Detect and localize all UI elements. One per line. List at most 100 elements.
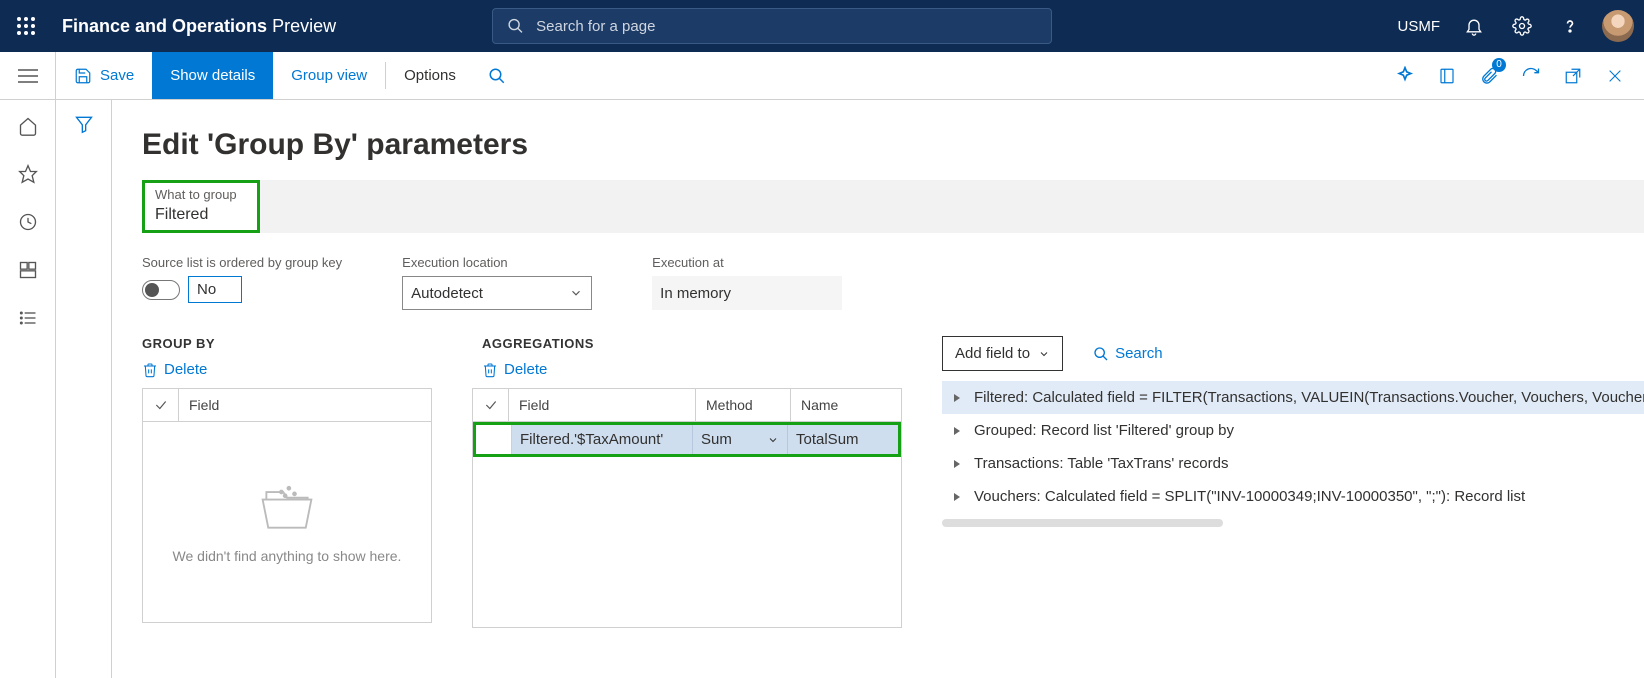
attachments-button[interactable]: 0 [1470, 52, 1508, 100]
recent-button[interactable] [16, 210, 40, 234]
tab-show-details[interactable]: Show details [152, 52, 273, 99]
header-right: USMF [1398, 0, 1635, 52]
filter-icon [74, 114, 94, 134]
filter-pane-toggle-column [56, 100, 112, 678]
user-avatar[interactable] [1602, 10, 1634, 42]
execution-at-value: In memory [652, 276, 842, 310]
company-label[interactable]: USMF [1398, 18, 1441, 35]
tree-node-grouped[interactable]: Grouped: Record list 'Filtered' group by [942, 414, 1644, 447]
close-button[interactable] [1596, 52, 1634, 100]
copilot-button[interactable] [1386, 52, 1424, 100]
group-by-field-header[interactable]: Field [179, 389, 431, 421]
search-icon [507, 17, 524, 35]
what-to-group-field[interactable]: What to group Filtered [142, 180, 260, 233]
add-field-to-button[interactable]: Add field to [942, 336, 1063, 371]
triangle-right-icon [952, 393, 962, 403]
ordered-toggle[interactable] [142, 280, 180, 300]
check-icon [154, 398, 168, 412]
refresh-button[interactable] [1512, 52, 1550, 100]
refresh-icon [1521, 66, 1541, 86]
clock-icon [18, 212, 38, 232]
popout-button[interactable] [1554, 52, 1592, 100]
triangle-right-icon [952, 492, 962, 502]
group-by-delete-button[interactable]: Delete [142, 361, 207, 378]
ordered-by-group-key-field: Source list is ordered by group key No [142, 255, 342, 310]
data-source-section: Add field to Search Filtered: Calculated… [942, 336, 1644, 628]
group-by-empty-text: We didn't find anything to show here. [173, 548, 402, 564]
aggregations-name-header[interactable]: Name [791, 389, 901, 421]
left-rail [0, 100, 56, 678]
execution-at-field: Execution at In memory [652, 255, 842, 310]
app-header: Finance and Operations Preview USMF [0, 0, 1644, 52]
aggregations-select-all[interactable] [473, 389, 509, 421]
aggregations-heading: AGGREGATIONS [482, 336, 902, 351]
global-search[interactable] [492, 8, 1052, 44]
action-bar-right: 0 [1386, 52, 1644, 99]
popout-icon [1564, 67, 1582, 85]
search-icon [1093, 346, 1109, 362]
main-content: Edit 'Group By' parameters What to group… [112, 100, 1644, 678]
nav-toggle-button[interactable] [0, 52, 56, 99]
execution-location-select[interactable]: Autodetect [402, 276, 592, 310]
aggregations-row-select[interactable] [476, 425, 512, 454]
tree-node-label: Grouped: Record list 'Filtered' group by [974, 422, 1234, 439]
aggregations-method-header[interactable]: Method [696, 389, 791, 421]
aggregations-row-method[interactable]: Sum [693, 425, 788, 454]
tab-options[interactable]: Options [386, 52, 474, 99]
aggregations-row-field[interactable]: Filtered.'$TaxAmount' [512, 425, 693, 454]
action-search-button[interactable] [474, 52, 520, 99]
tree-node-label: Filtered: Calculated field = FILTER(Tran… [974, 389, 1644, 406]
filter-pane-toggle[interactable] [74, 114, 94, 678]
help-button[interactable] [1548, 0, 1592, 52]
chevron-down-icon [569, 286, 583, 300]
chevron-down-icon [1038, 348, 1050, 360]
horizontal-scrollbar[interactable] [942, 519, 1223, 527]
aggregations-section: AGGREGATIONS Delete Field Method Name [472, 336, 902, 628]
app-launcher-button[interactable] [10, 10, 42, 42]
save-label: Save [100, 67, 134, 84]
data-source-tree: Filtered: Calculated field = FILTER(Tran… [942, 381, 1644, 513]
tab-group-view[interactable]: Group view [273, 52, 385, 99]
favorites-button[interactable] [16, 162, 40, 186]
app-title: Finance and Operations Preview [62, 16, 336, 37]
empty-folder-icon [257, 480, 317, 534]
execution-location-field: Execution location Autodetect [402, 255, 592, 310]
settings-button[interactable] [1500, 0, 1544, 52]
search-icon [488, 67, 506, 85]
aggregations-row[interactable]: Filtered.'$TaxAmount' Sum TotalSum [473, 422, 901, 457]
aggregations-grid: Field Method Name Filtered.'$TaxAmount' … [472, 388, 902, 628]
office-button[interactable] [1428, 52, 1466, 100]
save-button[interactable]: Save [56, 52, 152, 99]
aggregations-field-header[interactable]: Field [509, 389, 696, 421]
waffle-icon [17, 17, 35, 35]
home-button[interactable] [16, 114, 40, 138]
question-icon [1560, 16, 1580, 36]
group-by-select-all[interactable] [143, 389, 179, 421]
save-icon [74, 67, 92, 85]
sparkle-icon [1395, 66, 1415, 86]
ordered-value[interactable]: No [188, 276, 242, 303]
workspaces-button[interactable] [16, 258, 40, 282]
triangle-right-icon [952, 426, 962, 436]
bell-icon [1464, 16, 1484, 36]
tree-search-button[interactable]: Search [1093, 345, 1163, 362]
what-to-group-label: What to group [155, 187, 247, 202]
office-icon [1438, 66, 1456, 86]
tree-node-filtered[interactable]: Filtered: Calculated field = FILTER(Tran… [942, 381, 1644, 414]
action-bar: Save Show details Group view Options [0, 52, 1644, 100]
modules-button[interactable] [16, 306, 40, 330]
tree-node-label: Transactions: Table 'TaxTrans' records [974, 455, 1228, 472]
what-to-group-value: Filtered [155, 206, 247, 224]
gear-icon [1512, 16, 1532, 36]
tree-node-vouchers[interactable]: Vouchers: Calculated field = SPLIT("INV-… [942, 480, 1644, 513]
group-by-grid: Field We didn't find anything to show he… [142, 388, 432, 623]
aggregations-row-name[interactable]: TotalSum [788, 425, 898, 454]
list-icon [18, 308, 38, 328]
group-by-section: GROUP BY Delete Field [142, 336, 432, 628]
attachments-count: 0 [1492, 58, 1506, 72]
check-icon [484, 398, 498, 412]
aggregations-delete-button[interactable]: Delete [482, 361, 547, 378]
global-search-input[interactable] [534, 17, 1037, 36]
notifications-button[interactable] [1452, 0, 1496, 52]
tree-node-transactions[interactable]: Transactions: Table 'TaxTrans' records [942, 447, 1644, 480]
